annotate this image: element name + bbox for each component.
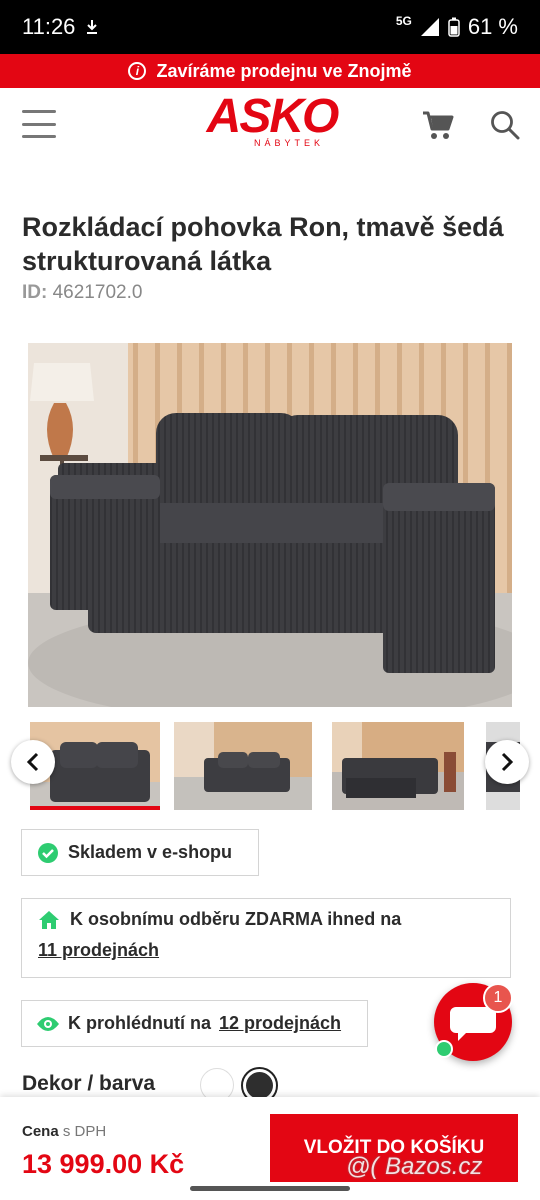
view-text: K prohlédnutí na [68, 1013, 211, 1033]
price-value: 13 999.00 Kč [22, 1149, 185, 1179]
online-indicator [435, 1040, 453, 1058]
price-label: Cena s DPH [22, 1123, 107, 1140]
search-icon[interactable] [490, 110, 520, 140]
next-image-button[interactable] [485, 740, 529, 784]
decor-label: Dekor / barva [22, 1072, 156, 1095]
product-id: ID: 4621702.0 [22, 282, 142, 304]
store-closing-banner[interactable]: i Zavíráme prodejnu ve Znojmě [0, 54, 540, 88]
gesture-navigation-bar[interactable] [190, 1186, 350, 1191]
chevron-left-icon [26, 752, 39, 772]
prev-image-button[interactable] [11, 740, 55, 784]
product-main-image[interactable] [28, 343, 512, 707]
cart-icon[interactable] [422, 110, 454, 140]
thumbnail-2[interactable] [174, 722, 312, 810]
info-icon: i [128, 62, 147, 80]
thumbnail-3[interactable] [332, 722, 464, 810]
chevron-right-icon [501, 752, 514, 772]
pickup-box: K osobnímu odběru ZDARMA ihned na 11 pro… [21, 898, 511, 978]
view-stores-link[interactable]: 12 prodejnách [219, 1013, 341, 1034]
home-icon [39, 910, 59, 929]
view-box: K prohlédnutí na 12 prodejnách [21, 1000, 368, 1047]
chat-notification-badge: 1 [483, 983, 513, 1013]
status-time: 11:26 [22, 14, 76, 39]
banner-text: Zavíráme prodejnu ve Znojmě [156, 60, 412, 81]
site-header: ASKO NÁBYTEK [0, 88, 540, 160]
download-icon [87, 20, 98, 34]
menu-icon[interactable] [22, 110, 56, 138]
battery-level: 61 % [467, 14, 518, 39]
product-id-value: 4621702.0 [52, 282, 143, 303]
network-type: 5G [395, 14, 412, 28]
status-bar: 11:26 5G 61 % [0, 0, 540, 54]
asko-logo[interactable]: ASKO NÁBYTEK [192, 93, 352, 154]
price-footer: Cena s DPH 13 999.00 Kč VLOŽIT DO KOŠÍKU [0, 1097, 540, 1200]
pickup-stores-link[interactable]: 11 prodejnách [38, 940, 159, 961]
product-id-label: ID: [22, 282, 48, 303]
product-title: Rozkládací pohovka Ron, tmavě šedá struk… [22, 212, 504, 276]
watermark: @( Bazos.cz [346, 1153, 483, 1180]
signal-icon [420, 18, 439, 36]
check-circle-icon [38, 842, 58, 863]
eshop-stock-text: Skladem v e-shopu [68, 842, 233, 862]
eshop-stock-box: Skladem v e-shopu [21, 829, 259, 876]
battery-icon [448, 17, 460, 37]
eye-icon [37, 1016, 59, 1031]
pickup-text: K osobnímu odběru ZDARMA ihned na [70, 909, 402, 929]
image-thumbnails [0, 718, 540, 814]
